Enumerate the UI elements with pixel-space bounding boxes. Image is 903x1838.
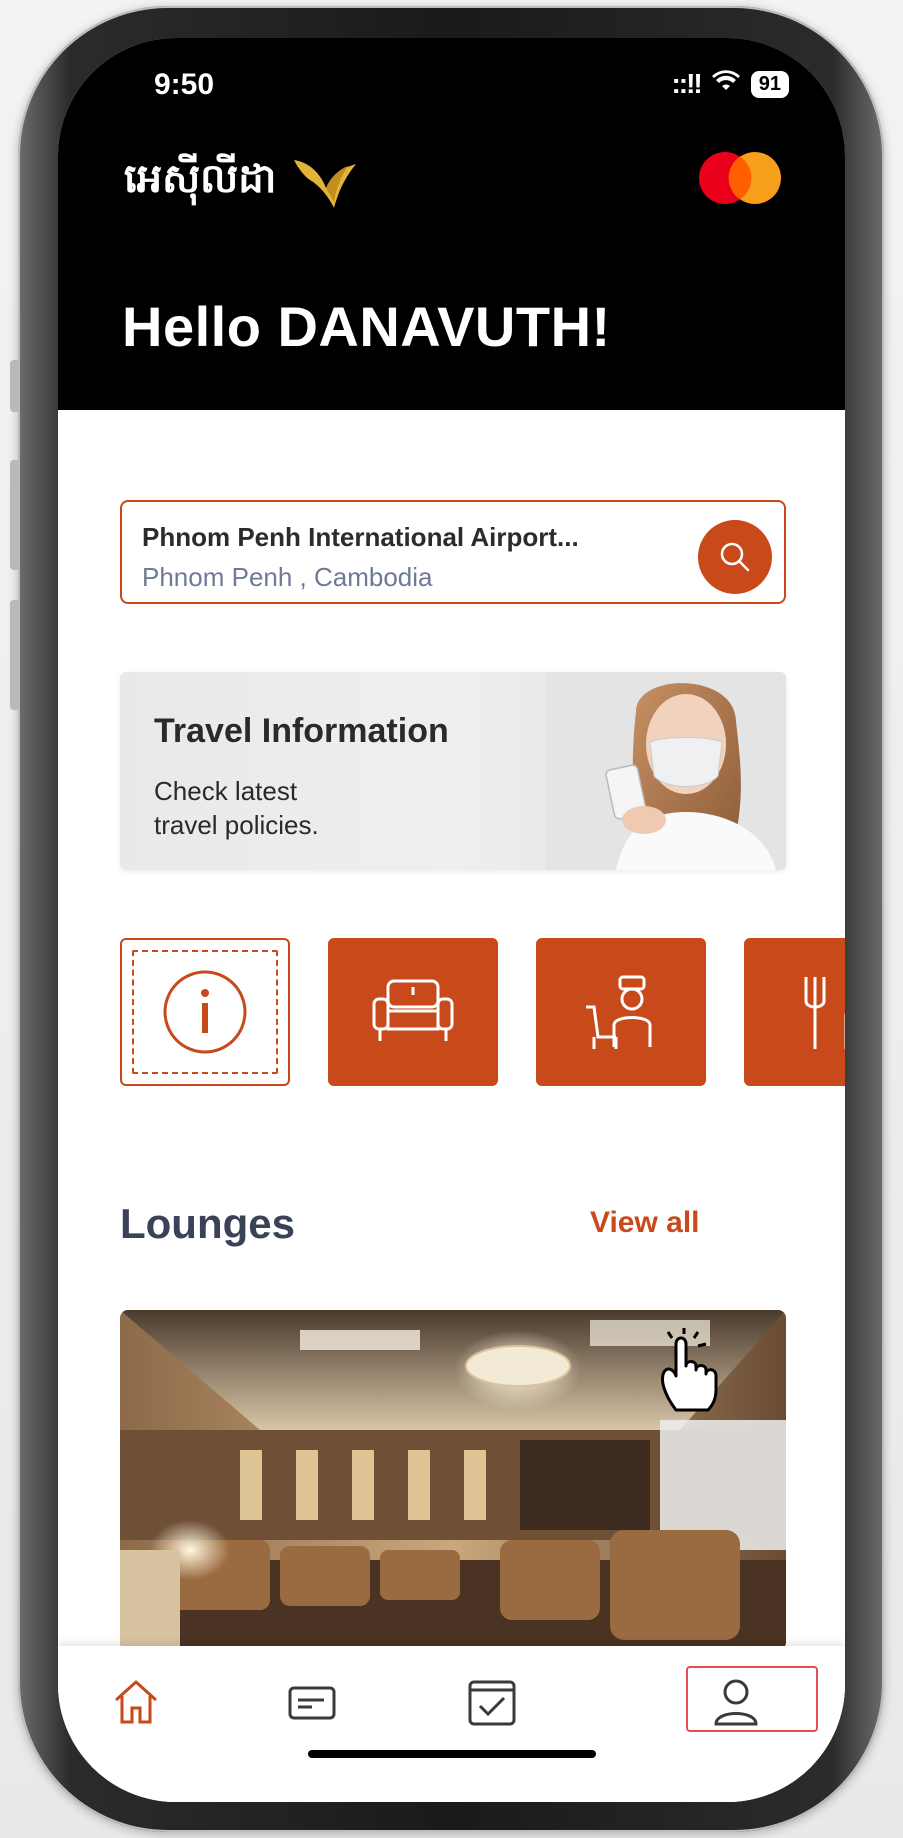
lounges-heading: Lounges [120,1200,295,1247]
status-time: 9:50 [154,68,215,101]
phone-side-button [10,460,20,570]
signal-icon: ::!! [671,68,702,99]
tap-cursor-hand-icon [654,1324,734,1421]
app-header: 9:50 ::!! 91 អេស៊ីលីដា Hello DANAVUTH! [58,38,845,410]
dining-icon [804,977,845,1049]
airport-location: Phnom Penh , Cambodia [142,562,433,592]
banner-title: Travel Information [154,712,449,750]
airport-search-field[interactable]: Phnom Penh International Airport... Phno… [120,500,786,604]
woman-with-mask-photo [546,672,786,870]
lounge-tile[interactable] [328,938,498,1086]
lounge-sofa-icon [372,979,454,1041]
bank-logo-text: អេស៊ីលីដា [124,156,277,201]
phone-side-button [10,360,20,412]
banner-subtitle: travel policies. [154,810,319,840]
search-button[interactable] [698,520,772,594]
greeting-title: Hello DANAVUTH! [122,295,611,358]
nav-profile[interactable] [706,1672,766,1732]
mastercard-logo [695,150,785,206]
nav-cards[interactable] [282,1672,342,1732]
status-icons: ::!! 91 [671,68,789,100]
wifi-icon [711,69,741,99]
concierge-tile[interactable] [536,938,706,1086]
travel-info-banner[interactable]: Travel Information Check latest travel p… [120,672,786,870]
bank-logo: អេស៊ីលីដា [124,152,360,212]
concierge-icon [586,975,652,1049]
phone-side-button [10,600,20,710]
bottom-nav [58,1646,845,1802]
profile-icon [714,1679,758,1726]
card-icon [288,1686,336,1720]
bank-bird-icon [290,152,360,212]
app-screen: 9:50 ::!! 91 អេស៊ីលីដា Hello DANAVUTH! P… [58,38,845,1802]
search-icon [720,542,750,572]
calendar-check-icon [468,1680,516,1726]
nav-home[interactable] [106,1672,166,1732]
nav-bookings[interactable] [462,1672,522,1732]
airport-name: Phnom Penh International Airport... [142,522,579,552]
main-content: Phnom Penh International Airport... Phno… [58,410,845,1802]
view-all-lounges-link[interactable]: View all [590,1206,700,1240]
home-icon [114,1680,158,1724]
quick-actions-row [120,938,845,1088]
info-tile[interactable] [120,938,290,1086]
banner-subtitle: Check latest [154,776,298,806]
dining-tile[interactable] [744,938,845,1086]
home-indicator [308,1750,596,1758]
battery-icon: 91 [750,70,789,98]
